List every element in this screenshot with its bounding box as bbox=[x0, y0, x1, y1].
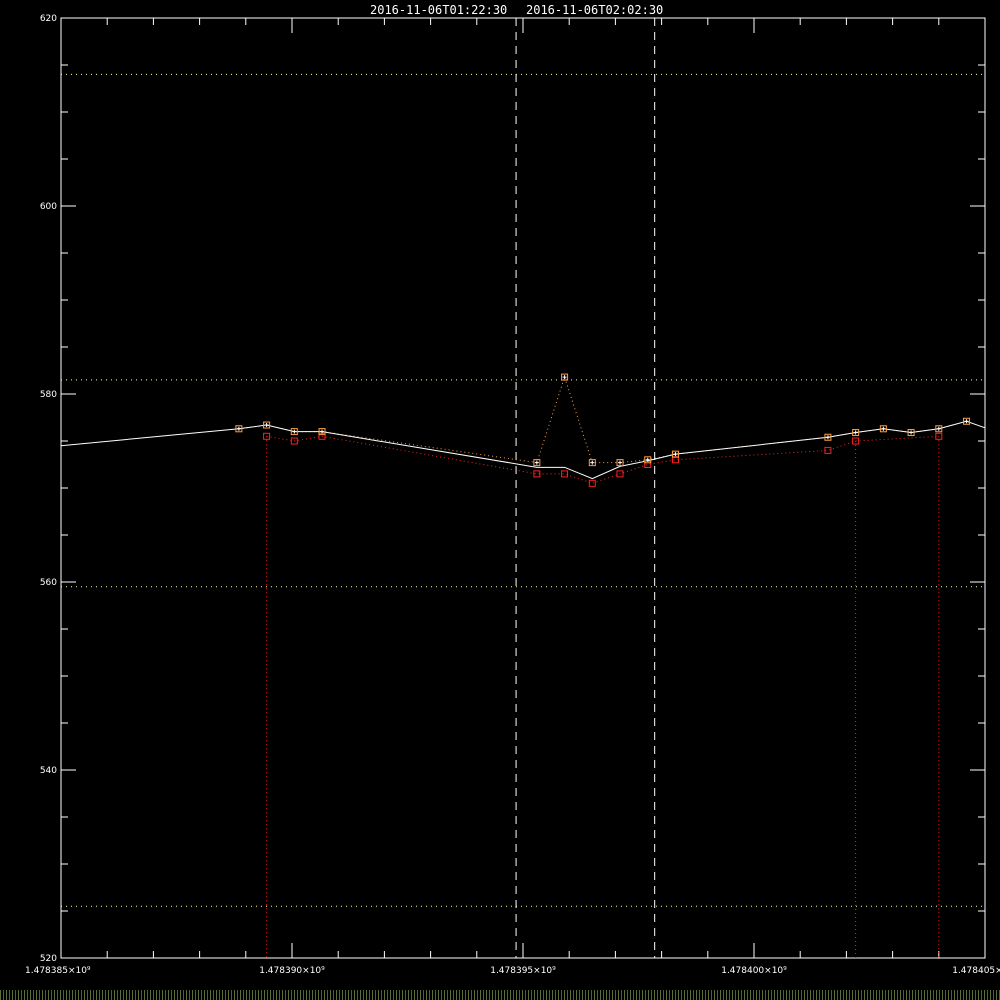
title-end-time: 2016-11-06T02:02:30 bbox=[526, 3, 663, 17]
y-tick-label: 620 bbox=[40, 14, 57, 24]
red-point bbox=[588, 479, 596, 487]
y-tick-label: 600 bbox=[40, 202, 57, 212]
orange-point-cross bbox=[673, 452, 678, 457]
orange-point-cross bbox=[264, 423, 269, 428]
series-layer bbox=[60, 373, 986, 958]
bottom-strip bbox=[0, 990, 1000, 1000]
x-tick-label: 1.478400×10⁹ bbox=[721, 966, 787, 976]
orange-point-cross bbox=[590, 460, 595, 465]
orange-point-cross bbox=[562, 375, 567, 380]
orange-point-cross bbox=[909, 430, 914, 435]
y-tick-label: 580 bbox=[40, 390, 57, 400]
y-tick-label: 560 bbox=[40, 578, 57, 588]
orange-point-cross bbox=[825, 435, 830, 440]
orange-point-cross bbox=[964, 419, 969, 424]
y-tick-label: 540 bbox=[40, 766, 57, 776]
orange-point-cross bbox=[534, 460, 539, 465]
orange-point-cross bbox=[292, 429, 297, 434]
reference-lines bbox=[61, 73, 985, 907]
orange-series-line bbox=[238, 375, 967, 464]
y-tick-label: 520 bbox=[40, 954, 57, 964]
orange-point-cross bbox=[236, 426, 241, 431]
orange-point-cross bbox=[853, 430, 858, 435]
chart-plot: 2016-11-06T01:22:30 2016-11-06T02:02:30 … bbox=[25, 3, 1000, 976]
x-tick-label: 1.478390×10⁹ bbox=[259, 966, 325, 976]
x-tick-label: 1.478405×10⁹ bbox=[952, 966, 1000, 976]
x-tick-label: 1.478395×10⁹ bbox=[490, 966, 556, 976]
red-point bbox=[561, 470, 569, 478]
axis-ticks: 520 540 560 580 600 620 1.478385×10⁹ 1.478390×1… bbox=[25, 14, 1000, 976]
orange-point-cross bbox=[936, 426, 941, 431]
title-start-time: 2016-11-06T01:22:30 bbox=[370, 3, 507, 17]
vertical-markers bbox=[515, 18, 656, 958]
white-series-line bbox=[60, 420, 986, 480]
x-tick-label: 1.478385×10⁹ bbox=[25, 966, 91, 976]
orange-point-cross bbox=[618, 460, 623, 465]
red-series-line bbox=[266, 435, 939, 484]
chart-title: 2016-11-06T01:22:30 2016-11-06T02:02:30 bbox=[370, 3, 663, 17]
plot-frame bbox=[60, 17, 986, 959]
orange-point-cross bbox=[881, 426, 886, 431]
